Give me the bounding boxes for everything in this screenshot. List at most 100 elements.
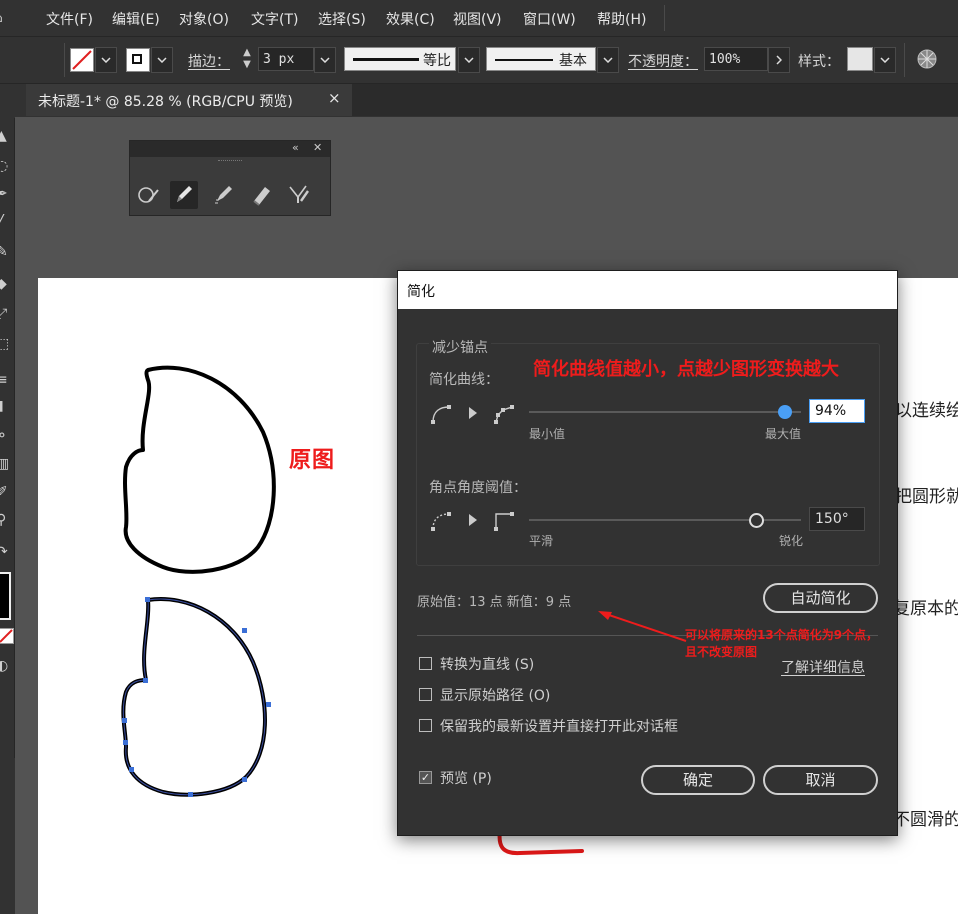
stroke-dropdown[interactable] <box>151 47 173 73</box>
ok-button[interactable]: 确定 <box>641 765 755 795</box>
angle-label: 角点角度阈值： <box>429 480 527 496</box>
preview-label: 预览 (P) <box>440 771 492 787</box>
curve-label: 简化曲线： <box>429 372 499 388</box>
curve-slider-track[interactable] <box>529 411 801 413</box>
stroke-weight-dropdown[interactable] <box>314 47 336 73</box>
profile-label: 等比 <box>423 53 451 69</box>
arrow-right-icon <box>469 407 477 419</box>
angle-value-input[interactable]: 150° <box>809 507 865 531</box>
brush-tool-icon[interactable]: ✎ <box>0 244 12 260</box>
style-dropdown[interactable] <box>874 47 896 73</box>
collapse-panel-icon[interactable]: « <box>292 141 299 154</box>
pencil-tools-panel: « ✕ <box>129 140 331 216</box>
menu-edit[interactable]: 编辑(E) <box>112 9 160 29</box>
none-swatch-icon[interactable] <box>0 628 14 644</box>
original-label: 原图 <box>289 448 336 473</box>
brush-dropdown[interactable] <box>597 47 619 73</box>
chevron-down-icon <box>603 57 613 64</box>
zoom-tool-icon[interactable]: ⚲ <box>0 512 12 528</box>
opacity-label[interactable]: 不透明度： <box>628 51 698 71</box>
dialog-titlebar[interactable]: 简化 <box>398 271 897 309</box>
stroke-stepper[interactable]: ▲ ▼ <box>238 47 256 71</box>
fill-dropdown[interactable] <box>95 47 117 73</box>
panel-grip[interactable] <box>218 160 242 164</box>
close-panel-icon[interactable]: ✕ <box>313 141 322 154</box>
shaper-tool-icon[interactable] <box>134 181 162 209</box>
menu-select[interactable]: 选择(S) <box>318 9 366 29</box>
angle-corner-icon <box>494 512 514 531</box>
preview-checkbox[interactable]: ✓ <box>419 771 432 784</box>
show-original-checkbox[interactable] <box>419 688 432 701</box>
join-tool-icon[interactable] <box>285 181 313 209</box>
points-annotation: 可以将原来的13个点简化为9个点， 且不改变原图 <box>685 627 878 661</box>
document-tab[interactable]: 未标题-1* @ 85.28 % (RGB/CPU 预览) × <box>26 84 352 116</box>
point-count-info: 原始值：13 点 新值：9 点 <box>417 595 572 610</box>
show-original-label: 显示原始路径 (O) <box>440 688 551 704</box>
menu-window[interactable]: 窗口(W) <box>523 9 576 29</box>
graphic-style-swatch[interactable] <box>847 47 873 71</box>
profile-dropdown[interactable] <box>458 47 480 73</box>
chevron-down-icon <box>464 57 474 64</box>
pencil-tool-icon[interactable] <box>170 181 198 209</box>
points-annotation-line1: 可以将原来的13个点简化为9个点， <box>685 628 879 642</box>
convert-to-lines-checkbox[interactable] <box>419 657 432 670</box>
cancel-button[interactable]: 取消 <box>763 765 878 795</box>
drawing-mode-icon[interactable]: ◐ <box>0 658 12 674</box>
simplified-shape[interactable] <box>118 592 280 806</box>
stroke-swatch[interactable] <box>126 48 150 72</box>
swap-colors-icon[interactable]: ↷ <box>0 544 12 560</box>
scale-tool-icon[interactable]: ⤢ <box>0 306 12 322</box>
path-eraser-icon[interactable] <box>248 181 276 209</box>
none-slash-icon <box>72 50 92 70</box>
menu-view[interactable]: 视图(V) <box>453 9 502 29</box>
line-tool-icon[interactable]: ╱ <box>0 214 12 230</box>
annotation-arrow <box>598 611 687 642</box>
chevron-right-icon <box>776 55 783 65</box>
menu-object[interactable]: 对象(O) <box>179 9 229 29</box>
background-text-line: 把圆形就 <box>895 487 958 507</box>
smooth-tool-icon[interactable] <box>210 181 238 209</box>
perspective-icon[interactable]: ≡ <box>0 372 12 388</box>
opacity-dropdown[interactable] <box>768 47 790 73</box>
menu-effect[interactable]: 效果(C) <box>386 9 435 29</box>
divider <box>904 43 905 77</box>
graph-tool-icon[interactable]: ▥ <box>0 456 12 472</box>
points-annotation-line2: 且不改变原图 <box>685 645 758 659</box>
recolor-artwork-icon[interactable] <box>916 48 938 70</box>
fill-stroke-indicator[interactable] <box>0 572 11 620</box>
fill-none-swatch[interactable] <box>70 48 94 72</box>
free-transform-icon[interactable]: ⬚ <box>0 336 12 352</box>
angle-slider-thumb[interactable] <box>748 513 764 528</box>
variable-width-profile[interactable]: 等比 <box>344 47 456 71</box>
keep-settings-checkbox[interactable] <box>419 719 432 732</box>
close-tab-icon[interactable]: × <box>328 89 341 107</box>
auto-simplify-button[interactable]: 自动简化 <box>763 583 878 613</box>
eyedropper-icon[interactable]: ✐ <box>0 484 12 500</box>
opacity-input[interactable]: 100% <box>704 47 768 71</box>
angle-smooth-icon <box>431 512 451 531</box>
pen-tool-icon[interactable]: ✒ <box>0 186 12 202</box>
gradient-tool-icon[interactable]: ▮ <box>0 398 12 414</box>
lasso-tool-icon[interactable]: ◌ <box>0 158 12 174</box>
eraser-tool-icon[interactable]: ◆ <box>0 276 12 292</box>
brush-definition[interactable]: 基本 <box>486 47 596 71</box>
angle-max-label: 锐化 <box>779 534 804 548</box>
stroke-label[interactable]: 描边： <box>188 51 230 71</box>
curve-smooth-icon <box>431 405 451 424</box>
menu-type[interactable]: 文字(T) <box>251 9 298 29</box>
original-shape[interactable] <box>118 362 280 578</box>
curve-value-input[interactable]: 94% <box>809 399 865 423</box>
group-title: 减少锚点 <box>429 337 491 357</box>
background-text-line: 以连续绘 <box>895 401 958 421</box>
panel-header[interactable]: « ✕ <box>130 141 330 157</box>
shape-builder-icon[interactable]: ⚬ <box>0 428 12 444</box>
profile-line <box>353 58 419 61</box>
stroke-weight-input[interactable]: 3 px <box>258 47 314 71</box>
curve-points-icon <box>494 405 514 424</box>
menu-file[interactable]: 文件(F) <box>46 9 93 29</box>
home-icon[interactable]: ⌂ <box>0 10 8 26</box>
selection-tool-icon[interactable]: ▲ <box>0 128 12 144</box>
curve-slider-thumb[interactable] <box>777 405 792 419</box>
menu-help[interactable]: 帮助(H) <box>597 9 646 29</box>
menu-divider <box>664 5 665 31</box>
